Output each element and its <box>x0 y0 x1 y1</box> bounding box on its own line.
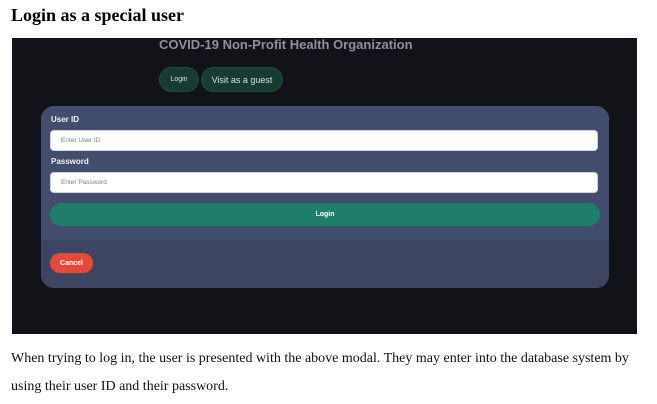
user-id-label: User ID <box>51 115 80 124</box>
section-heading: Login as a special user <box>11 5 185 25</box>
modal-footer: Cancel <box>41 240 609 288</box>
modal-body: User ID Password Login <box>41 106 609 240</box>
login-modal: User ID Password Login Cancel <box>41 106 609 288</box>
app-title: COVID-19 Non-Profit Health Organization <box>159 38 413 52</box>
description-paragraph: When trying to log in, the user is prese… <box>11 351 629 394</box>
login-submit-button[interactable]: Login <box>50 203 600 226</box>
nav-login-button[interactable]: Login <box>159 67 199 92</box>
user-id-input[interactable] <box>50 130 598 151</box>
password-input[interactable] <box>50 172 598 193</box>
app-screenshot: COVID-19 Non-Profit Health Organization … <box>12 38 637 334</box>
cancel-button[interactable]: Cancel <box>50 253 93 273</box>
password-label: Password <box>51 157 89 166</box>
visit-as-guest-button[interactable]: Visit as a guest <box>201 67 283 92</box>
